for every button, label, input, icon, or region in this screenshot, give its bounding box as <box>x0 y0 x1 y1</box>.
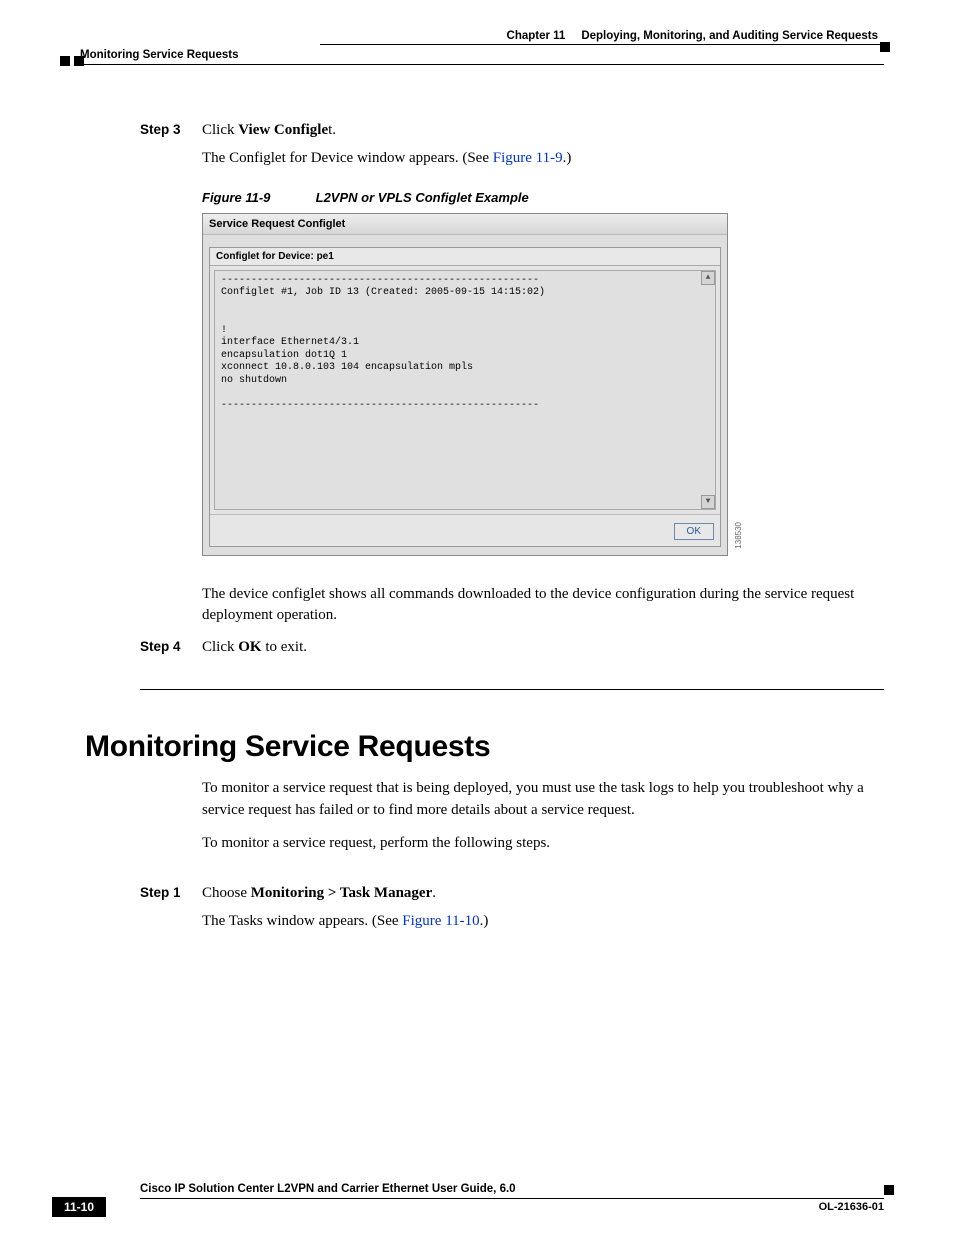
scroll-down-icon[interactable]: ▼ <box>701 495 715 509</box>
section-breadcrumb: Monitoring Service Requests <box>60 49 884 61</box>
section-divider <box>140 689 884 690</box>
step-3: Step 3 Click View Configlet. <box>60 120 884 142</box>
step-1: Step 1 Choose Monitoring > Task Manager. <box>60 883 884 905</box>
step-label: Step 1 <box>140 885 202 900</box>
ok-button[interactable]: OK <box>674 523 714 540</box>
figure-link-11-9[interactable]: Figure 11-9 <box>493 150 563 166</box>
configlet-device-header: Configlet for Device: pe1 <box>210 248 720 266</box>
step-label: Step 4 <box>140 639 202 654</box>
section-para-2: To monitor a service request, perform th… <box>202 833 884 855</box>
post-figure-paragraph: The device configlet shows all commands … <box>202 584 884 628</box>
chapter-title: Deploying, Monitoring, and Auditing Serv… <box>581 30 878 42</box>
chapter-label: Chapter 11 <box>507 30 566 42</box>
scroll-up-icon[interactable]: ▲ <box>701 271 715 285</box>
figure-link-11-10[interactable]: Figure 11-10 <box>402 913 479 929</box>
configlet-text-area[interactable]: ----------------------------------------… <box>214 270 716 510</box>
page-header: Chapter 11 Deploying, Monitoring, and Au… <box>60 30 884 65</box>
book-title: Cisco IP Solution Center L2VPN and Carri… <box>140 1183 884 1195</box>
section-title: Monitoring Service Requests <box>85 730 884 764</box>
step-4: Step 4 Click OK to exit. <box>60 637 884 659</box>
configlet-window: Service Request Configlet Configlet for … <box>202 213 728 556</box>
doc-id: OL-21636-01 <box>819 1201 884 1213</box>
step-label: Step 3 <box>140 122 202 137</box>
figure-caption: Figure 11-9 L2VPN or VPLS Configlet Exam… <box>202 190 884 205</box>
figure-image-id: 138530 <box>734 522 743 549</box>
section-para-1: To monitor a service request that is bei… <box>202 778 884 822</box>
page-footer: Cisco IP Solution Center L2VPN and Carri… <box>60 1183 884 1199</box>
window-title: Service Request Configlet <box>203 214 727 235</box>
page-number: 11-10 <box>52 1197 106 1217</box>
